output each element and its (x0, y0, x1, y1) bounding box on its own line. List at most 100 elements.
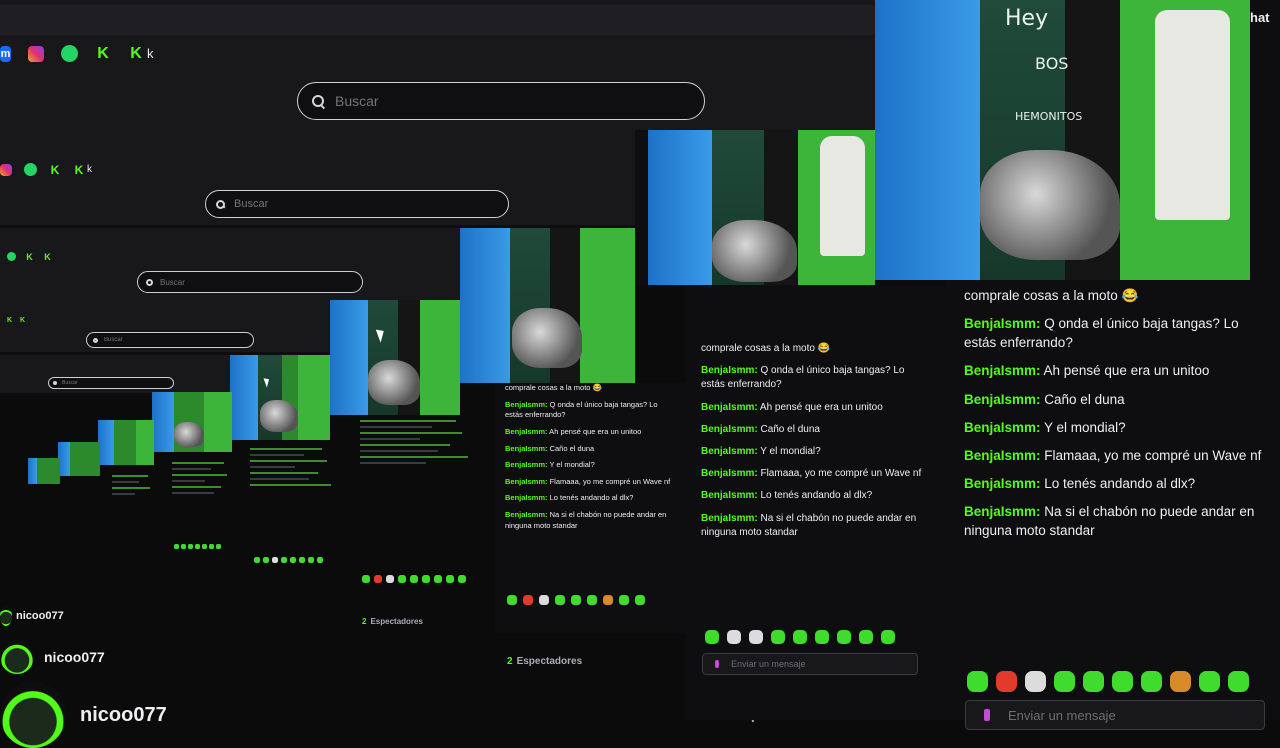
emote-button[interactable] (1083, 671, 1104, 692)
streamer-info: nicoo077 (0, 640, 105, 674)
emote-bar (967, 671, 1249, 692)
emote-button[interactable] (1025, 671, 1046, 692)
streamer-name[interactable]: nicoo077 (80, 704, 167, 727)
chat-message: BenjaIsmm: Flamaaa, yo me compré un Wave… (505, 476, 671, 486)
streamer-name[interactable]: nicoo077 (44, 649, 105, 665)
chat-messages-mini (360, 420, 480, 468)
stream-video[interactable] (230, 355, 330, 440)
emote-button[interactable] (793, 630, 807, 644)
chat-message: BenjaIsmm: Caño el duna (505, 443, 595, 453)
social-icons: K K (6, 317, 26, 324)
instagram-icon[interactable] (28, 45, 44, 62)
emote-button[interactable] (881, 630, 895, 644)
emote-button[interactable] (555, 595, 565, 605)
search-input[interactable] (158, 276, 335, 288)
chat-messages-mini (250, 448, 340, 490)
emote-button[interactable] (523, 595, 533, 605)
search-bar[interactable] (86, 332, 254, 348)
stream-video[interactable] (648, 130, 875, 285)
emote-button[interactable] (1199, 671, 1220, 692)
stream-video[interactable] (58, 442, 100, 476)
streamer-avatar[interactable] (0, 682, 66, 748)
chat-message: BenjaIsmm: Lo tenés andando al dlx? (964, 476, 1196, 492)
kick-icon[interactable]: K (25, 252, 34, 262)
emote-button[interactable] (571, 595, 581, 605)
search-input[interactable] (102, 336, 234, 344)
stream-video[interactable] (330, 300, 460, 415)
kick-icon[interactable]: K (73, 163, 85, 177)
emote-button[interactable] (967, 671, 988, 692)
emote-bar (254, 557, 323, 563)
social-icons: K K (7, 252, 52, 262)
chat-messages: comprale cosas a la moto 😂 BenjaIsmm: Q … (701, 342, 923, 540)
search-bar[interactable] (48, 377, 174, 389)
emote-button[interactable] (1141, 671, 1162, 692)
kick-icon[interactable]: K (49, 163, 61, 177)
emote-button[interactable] (771, 630, 785, 644)
emote-bar (174, 544, 221, 549)
nested-frame-5 (0, 355, 230, 395)
emote-button[interactable] (1112, 671, 1133, 692)
stream-video[interactable] (98, 420, 154, 465)
emote-button[interactable] (539, 595, 549, 605)
emote-button[interactable] (815, 630, 829, 644)
search-bar[interactable] (297, 82, 705, 120)
emote-button[interactable] (635, 595, 645, 605)
chat-message: comprale cosas a la moto 😂 (505, 383, 602, 392)
kick-icon[interactable]: K (6, 317, 13, 324)
chat-message: BenjaIsmm: Flamaaa, yo me compré un Wave… (964, 447, 1262, 463)
whatsapp-icon[interactable] (24, 163, 37, 176)
social-icons: K K k (0, 163, 92, 177)
chat-message: comprale cosas a la moto 😂 (964, 288, 1139, 303)
stream-video[interactable] (460, 228, 635, 383)
search-bar[interactable] (137, 271, 363, 293)
whatsapp-icon[interactable] (7, 252, 16, 261)
chat-message: BenjaIsmm: Flamaaa, yo me compré un Wave… (701, 468, 922, 480)
emote-bar (507, 595, 645, 605)
streamer-info: nicoo077 (0, 606, 64, 626)
chat-message: BenjaIsmm: Y el mondial? (701, 445, 821, 457)
streamer-name[interactable]: nicoo077 (16, 610, 64, 622)
kick-icon[interactable]: K (128, 45, 144, 62)
chat-messages-mini (172, 462, 237, 498)
instagram-icon[interactable] (0, 163, 12, 176)
chat-user-badge-icon (715, 660, 719, 668)
streamer-info: nicoo077 (0, 682, 167, 748)
stream-video[interactable] (28, 458, 60, 484)
streamer-avatar[interactable] (0, 640, 34, 674)
emote-button[interactable] (996, 671, 1017, 692)
kick-icon[interactable]: K (19, 317, 26, 324)
chat-message-input[interactable]: Enviar un mensaje (702, 653, 918, 675)
chat-message: BenjaIsmm: Na si el chabón no puede anda… (964, 504, 1255, 539)
emote-button[interactable] (603, 595, 613, 605)
chat-header-label: hat (1250, 10, 1270, 25)
emote-button[interactable] (705, 630, 719, 644)
search-input[interactable] (333, 92, 651, 110)
emote-button[interactable] (1054, 671, 1075, 692)
emote-button[interactable] (1170, 671, 1191, 692)
emote-button[interactable] (749, 630, 763, 644)
messenger-icon[interactable]: m (0, 45, 11, 62)
emote-button[interactable] (837, 630, 851, 644)
chat-message: BenjaIsmm: Q onda el único baja tangas? … (505, 399, 658, 420)
search-bar[interactable] (205, 190, 509, 218)
chat-message: BenjaIsmm: Q onda el único baja tangas? … (701, 365, 905, 391)
stream-video[interactable] (152, 392, 232, 452)
emote-button[interactable] (859, 630, 873, 644)
chat-message-input[interactable]: Enviar un mensaje (965, 700, 1265, 730)
search-input[interactable] (232, 197, 470, 211)
search-input[interactable] (60, 379, 160, 387)
kick-icon[interactable]: K (43, 252, 52, 262)
stream-video[interactable]: Hey BOS HEMONITOS (875, 0, 1250, 280)
emote-button[interactable] (619, 595, 629, 605)
chat-message: BenjaIsmm: Caño el duna (964, 391, 1125, 407)
emote-button[interactable] (1228, 671, 1249, 692)
streamer-avatar[interactable] (0, 606, 12, 626)
whatsapp-icon[interactable] (61, 45, 78, 62)
emote-button[interactable] (587, 595, 597, 605)
kick-icon[interactable]: K (95, 45, 111, 62)
emote-button[interactable] (727, 630, 741, 644)
emote-button[interactable] (507, 595, 517, 605)
social-icons: m K K k (0, 45, 154, 62)
chat-message: comprale cosas a la moto 😂 (701, 343, 831, 354)
